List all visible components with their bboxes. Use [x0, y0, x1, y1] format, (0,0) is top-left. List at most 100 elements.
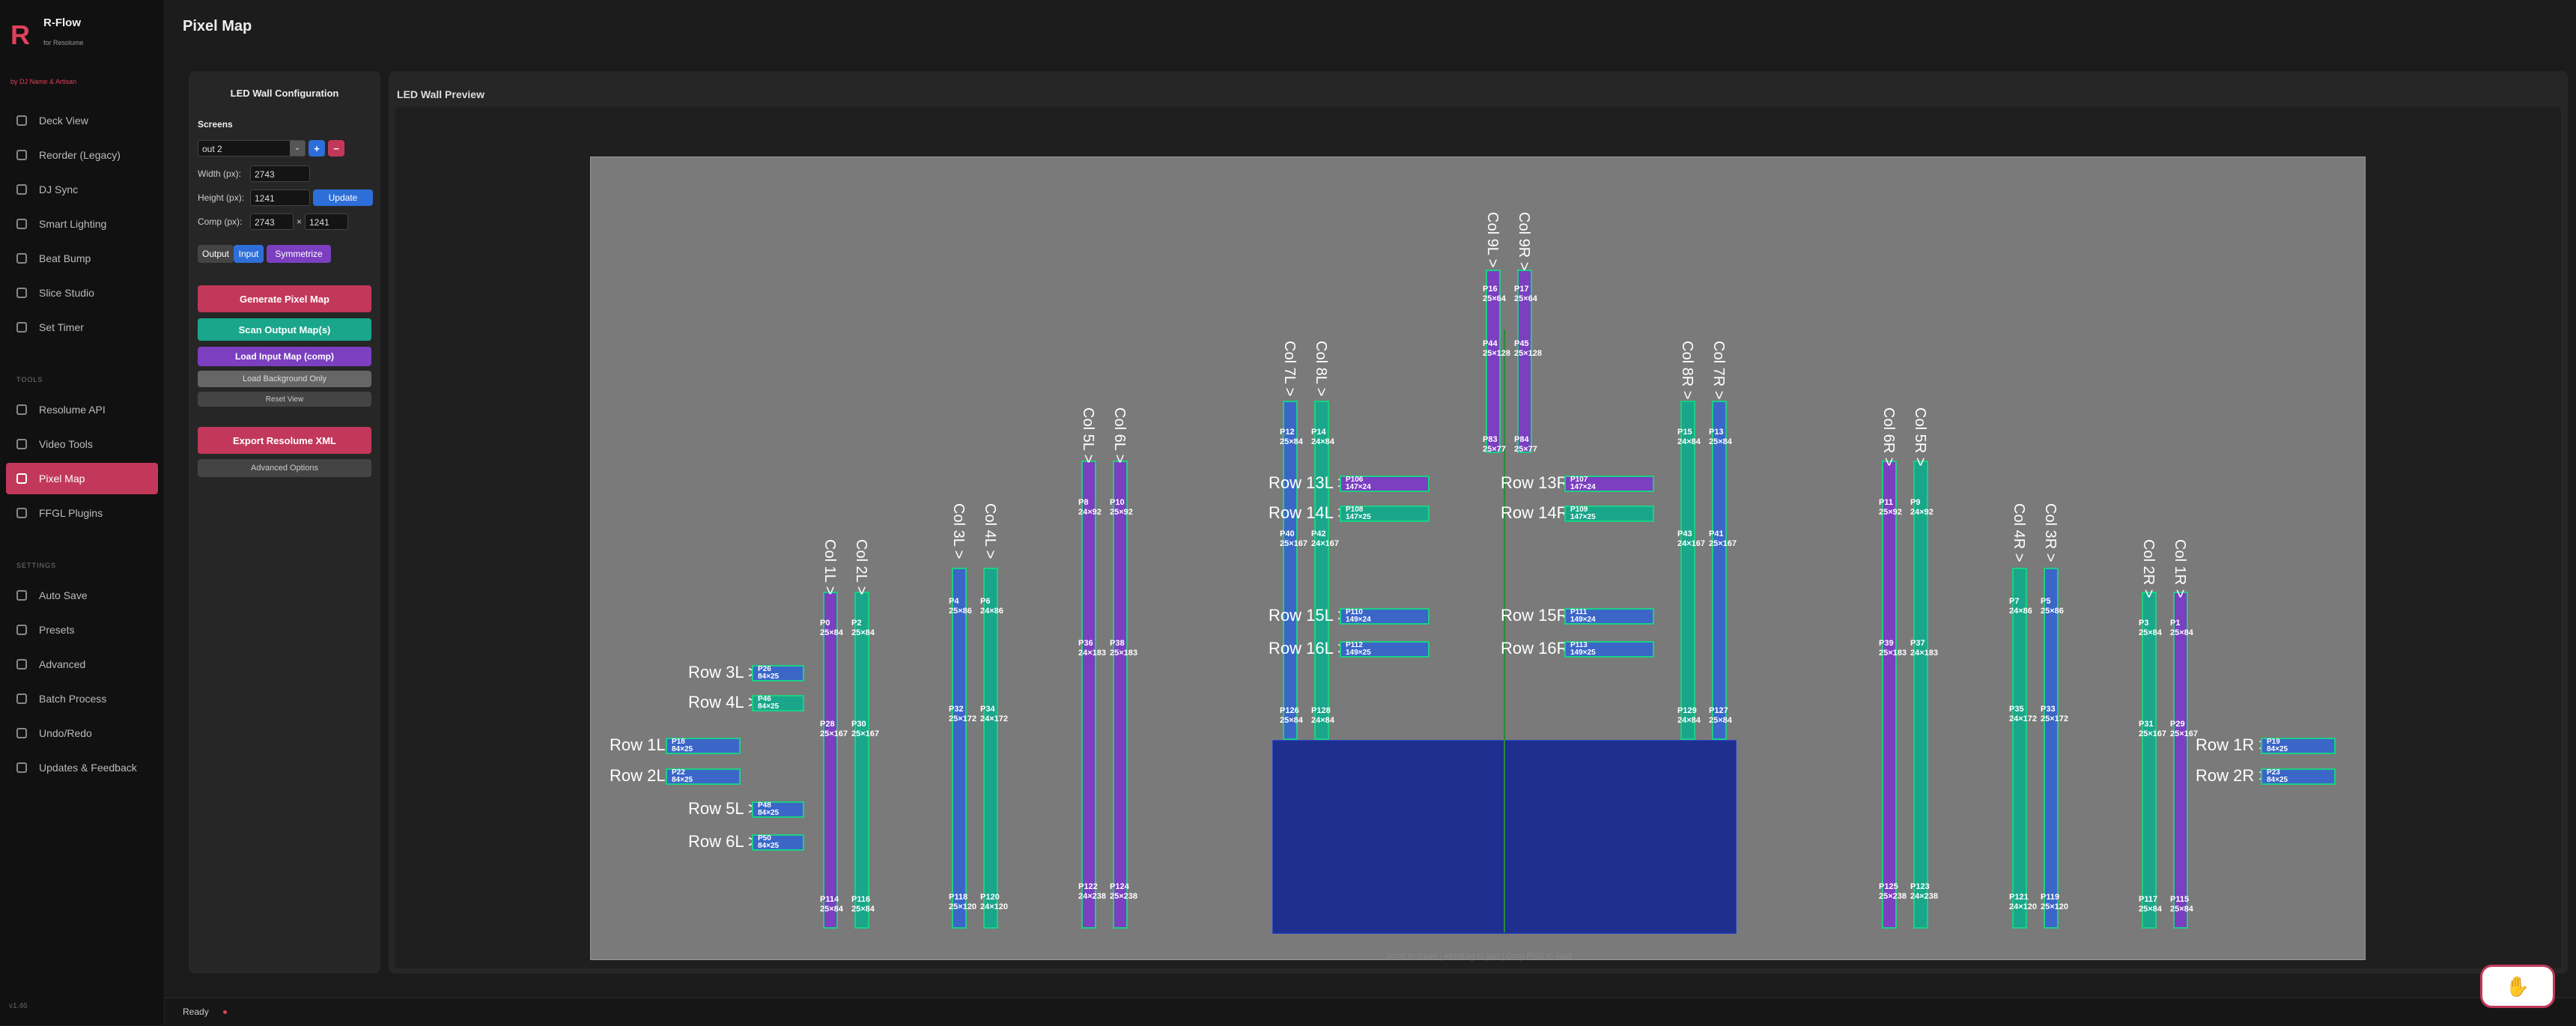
- nav-auto-save[interactable]: Auto Save: [6, 580, 158, 611]
- panel-label: P1 25×84: [2170, 619, 2193, 637]
- nav-updates-feedback[interactable]: Updates & Feedback: [6, 752, 158, 783]
- column-strip[interactable]: [2173, 592, 2188, 929]
- comp-label: Comp (px):: [198, 216, 243, 227]
- feedback-mascot-button[interactable]: ✋: [2480, 965, 2555, 1008]
- column-label: Col 7R >: [1710, 341, 1727, 400]
- input-toggle[interactable]: Input: [234, 245, 264, 263]
- nav-smart-lighting[interactable]: Smart Lighting: [6, 208, 158, 240]
- panel-label: P119 25×120: [2041, 892, 2069, 911]
- app-credit: by DJ Name & Artisan: [10, 78, 77, 85]
- panel-label: P15 24×84: [1677, 428, 1701, 447]
- export-resolume-xml-button[interactable]: Export Resolume XML: [198, 427, 371, 454]
- panel-label: P117 25×84: [2139, 895, 2162, 914]
- deck-icon: [16, 115, 27, 126]
- screen-select[interactable]: out 2 ⌄: [198, 140, 306, 157]
- nav-presets[interactable]: Presets: [6, 614, 158, 646]
- column-strip[interactable]: [1314, 401, 1329, 740]
- width-label: Width (px):: [198, 169, 242, 179]
- panel-label: P124 25×238: [1110, 881, 1138, 901]
- comp-width-input[interactable]: 2743: [250, 213, 294, 230]
- scan-output-button[interactable]: Scan Output Map(s): [198, 318, 371, 341]
- column-strip[interactable]: [823, 592, 838, 929]
- width-input[interactable]: 2743: [250, 166, 310, 182]
- panel-label: P110 149×24: [1346, 608, 1371, 624]
- nav-dj-sync[interactable]: DJ Sync: [6, 174, 158, 205]
- panel-label: P17 25×64: [1514, 284, 1537, 303]
- app-logo: R: [10, 19, 30, 50]
- top-bar: Pixel Map: [165, 0, 2576, 54]
- panel-label: P44 25×128: [1483, 339, 1511, 359]
- update-button[interactable]: Update: [313, 189, 373, 206]
- comp-height-input[interactable]: 1241: [305, 213, 348, 230]
- column-strip[interactable]: [1913, 461, 1928, 929]
- panel-label: P7 24×86: [2009, 596, 2032, 616]
- panel-label: P114 25×84: [820, 895, 843, 914]
- advanced-options-button[interactable]: Advanced Options: [198, 459, 371, 477]
- column-strip[interactable]: [2012, 568, 2027, 929]
- panel-label: P84 25×77: [1514, 434, 1537, 454]
- center-line: [1504, 330, 1505, 932]
- panel-label: P16 25×64: [1483, 284, 1506, 303]
- nav-batch-process[interactable]: Batch Process: [6, 683, 158, 714]
- nav-label: Pixel Map: [39, 473, 85, 485]
- panel-label: P29 25×167: [2170, 720, 2199, 738]
- add-screen-button[interactable]: +: [309, 140, 325, 157]
- nav-label: Beat Bump: [39, 252, 91, 264]
- panel-label: P123 24×238: [1910, 881, 1939, 901]
- symmetrize-button[interactable]: Symmetrize: [267, 245, 331, 263]
- led-wall-config-panel: LED Wall Configuration Screens out 2 ⌄ +…: [189, 71, 380, 974]
- config-title: LED Wall Configuration: [230, 88, 339, 99]
- nav-ffgl-plugins[interactable]: FFGL Plugins: [6, 497, 158, 529]
- presets-icon: [16, 625, 27, 635]
- nav-slice-studio[interactable]: Slice Studio: [6, 277, 158, 309]
- feedback-icon: [16, 762, 27, 773]
- column-strip[interactable]: [1680, 401, 1695, 740]
- nav-undo-redo[interactable]: Undo/Redo: [6, 717, 158, 749]
- nav-label: Batch Process: [39, 693, 107, 705]
- nav-pixel-map[interactable]: Pixel Map: [6, 463, 158, 494]
- undo-icon: [16, 728, 27, 738]
- status-bar: Ready: [165, 998, 2576, 1026]
- panel-label: P8 24×92: [1078, 498, 1102, 517]
- nav-deck-view[interactable]: Deck View: [6, 105, 158, 136]
- column-label: Col 2L >: [853, 539, 869, 595]
- panel-label: P107 147×24: [1570, 476, 1596, 491]
- sidebar: R R-Flow for Resolume by DJ Name & Artis…: [0, 0, 165, 1025]
- column-strip[interactable]: [854, 592, 869, 929]
- nav-label: Slice Studio: [39, 287, 94, 299]
- status-indicator: [223, 1010, 227, 1014]
- slice-icon: [16, 288, 27, 298]
- reset-view-button[interactable]: Reset View: [198, 392, 371, 407]
- height-label: Height (px):: [198, 192, 245, 203]
- column-strip[interactable]: [1081, 461, 1096, 929]
- generate-pixel-map-button[interactable]: Generate Pixel Map: [198, 285, 371, 312]
- column-strip[interactable]: [2044, 568, 2059, 929]
- nav-beat-bump[interactable]: Beat Bump: [6, 243, 158, 274]
- column-strip[interactable]: [1882, 461, 1897, 929]
- column-strip[interactable]: [952, 568, 967, 929]
- canvas-viewport[interactable]: Col 1L > P0 25×84 P28 25×167 P114 25×84 Col …: [395, 107, 2561, 968]
- column-strip[interactable]: [1712, 401, 1727, 740]
- advanced-icon: [16, 659, 27, 670]
- nav-reorder-legacy[interactable]: Reorder (Legacy): [6, 139, 158, 171]
- nav-video-tools[interactable]: Video Tools: [6, 428, 158, 460]
- nav-resolume-api[interactable]: Resolume API: [6, 394, 158, 425]
- panel-label: P9 24×92: [1910, 498, 1933, 517]
- column-strip[interactable]: [983, 568, 998, 929]
- column-strip[interactable]: [1283, 401, 1298, 740]
- nav-advanced[interactable]: Advanced: [6, 649, 158, 680]
- beat-icon: [16, 253, 27, 264]
- row-label: Row 14L >: [1269, 503, 1347, 522]
- remove-screen-button[interactable]: −: [328, 140, 344, 157]
- load-background-button[interactable]: Load Background Only: [198, 371, 371, 387]
- column-strip[interactable]: [2142, 592, 2157, 929]
- load-input-map-button[interactable]: Load Input Map (comp): [198, 347, 371, 366]
- column-strip[interactable]: [1113, 461, 1128, 929]
- panel-label: P4 25×86: [949, 596, 972, 616]
- chevron-down-icon: ⌄: [290, 141, 305, 156]
- output-toggle[interactable]: Output: [198, 245, 234, 263]
- pixel-map-canvas[interactable]: Col 1L > P0 25×84 P28 25×167 P114 25×84 Col …: [590, 157, 2366, 960]
- column-label: Col 1L >: [821, 539, 838, 595]
- height-input[interactable]: 1241: [250, 189, 310, 206]
- nav-set-timer[interactable]: Set Timer: [6, 312, 158, 343]
